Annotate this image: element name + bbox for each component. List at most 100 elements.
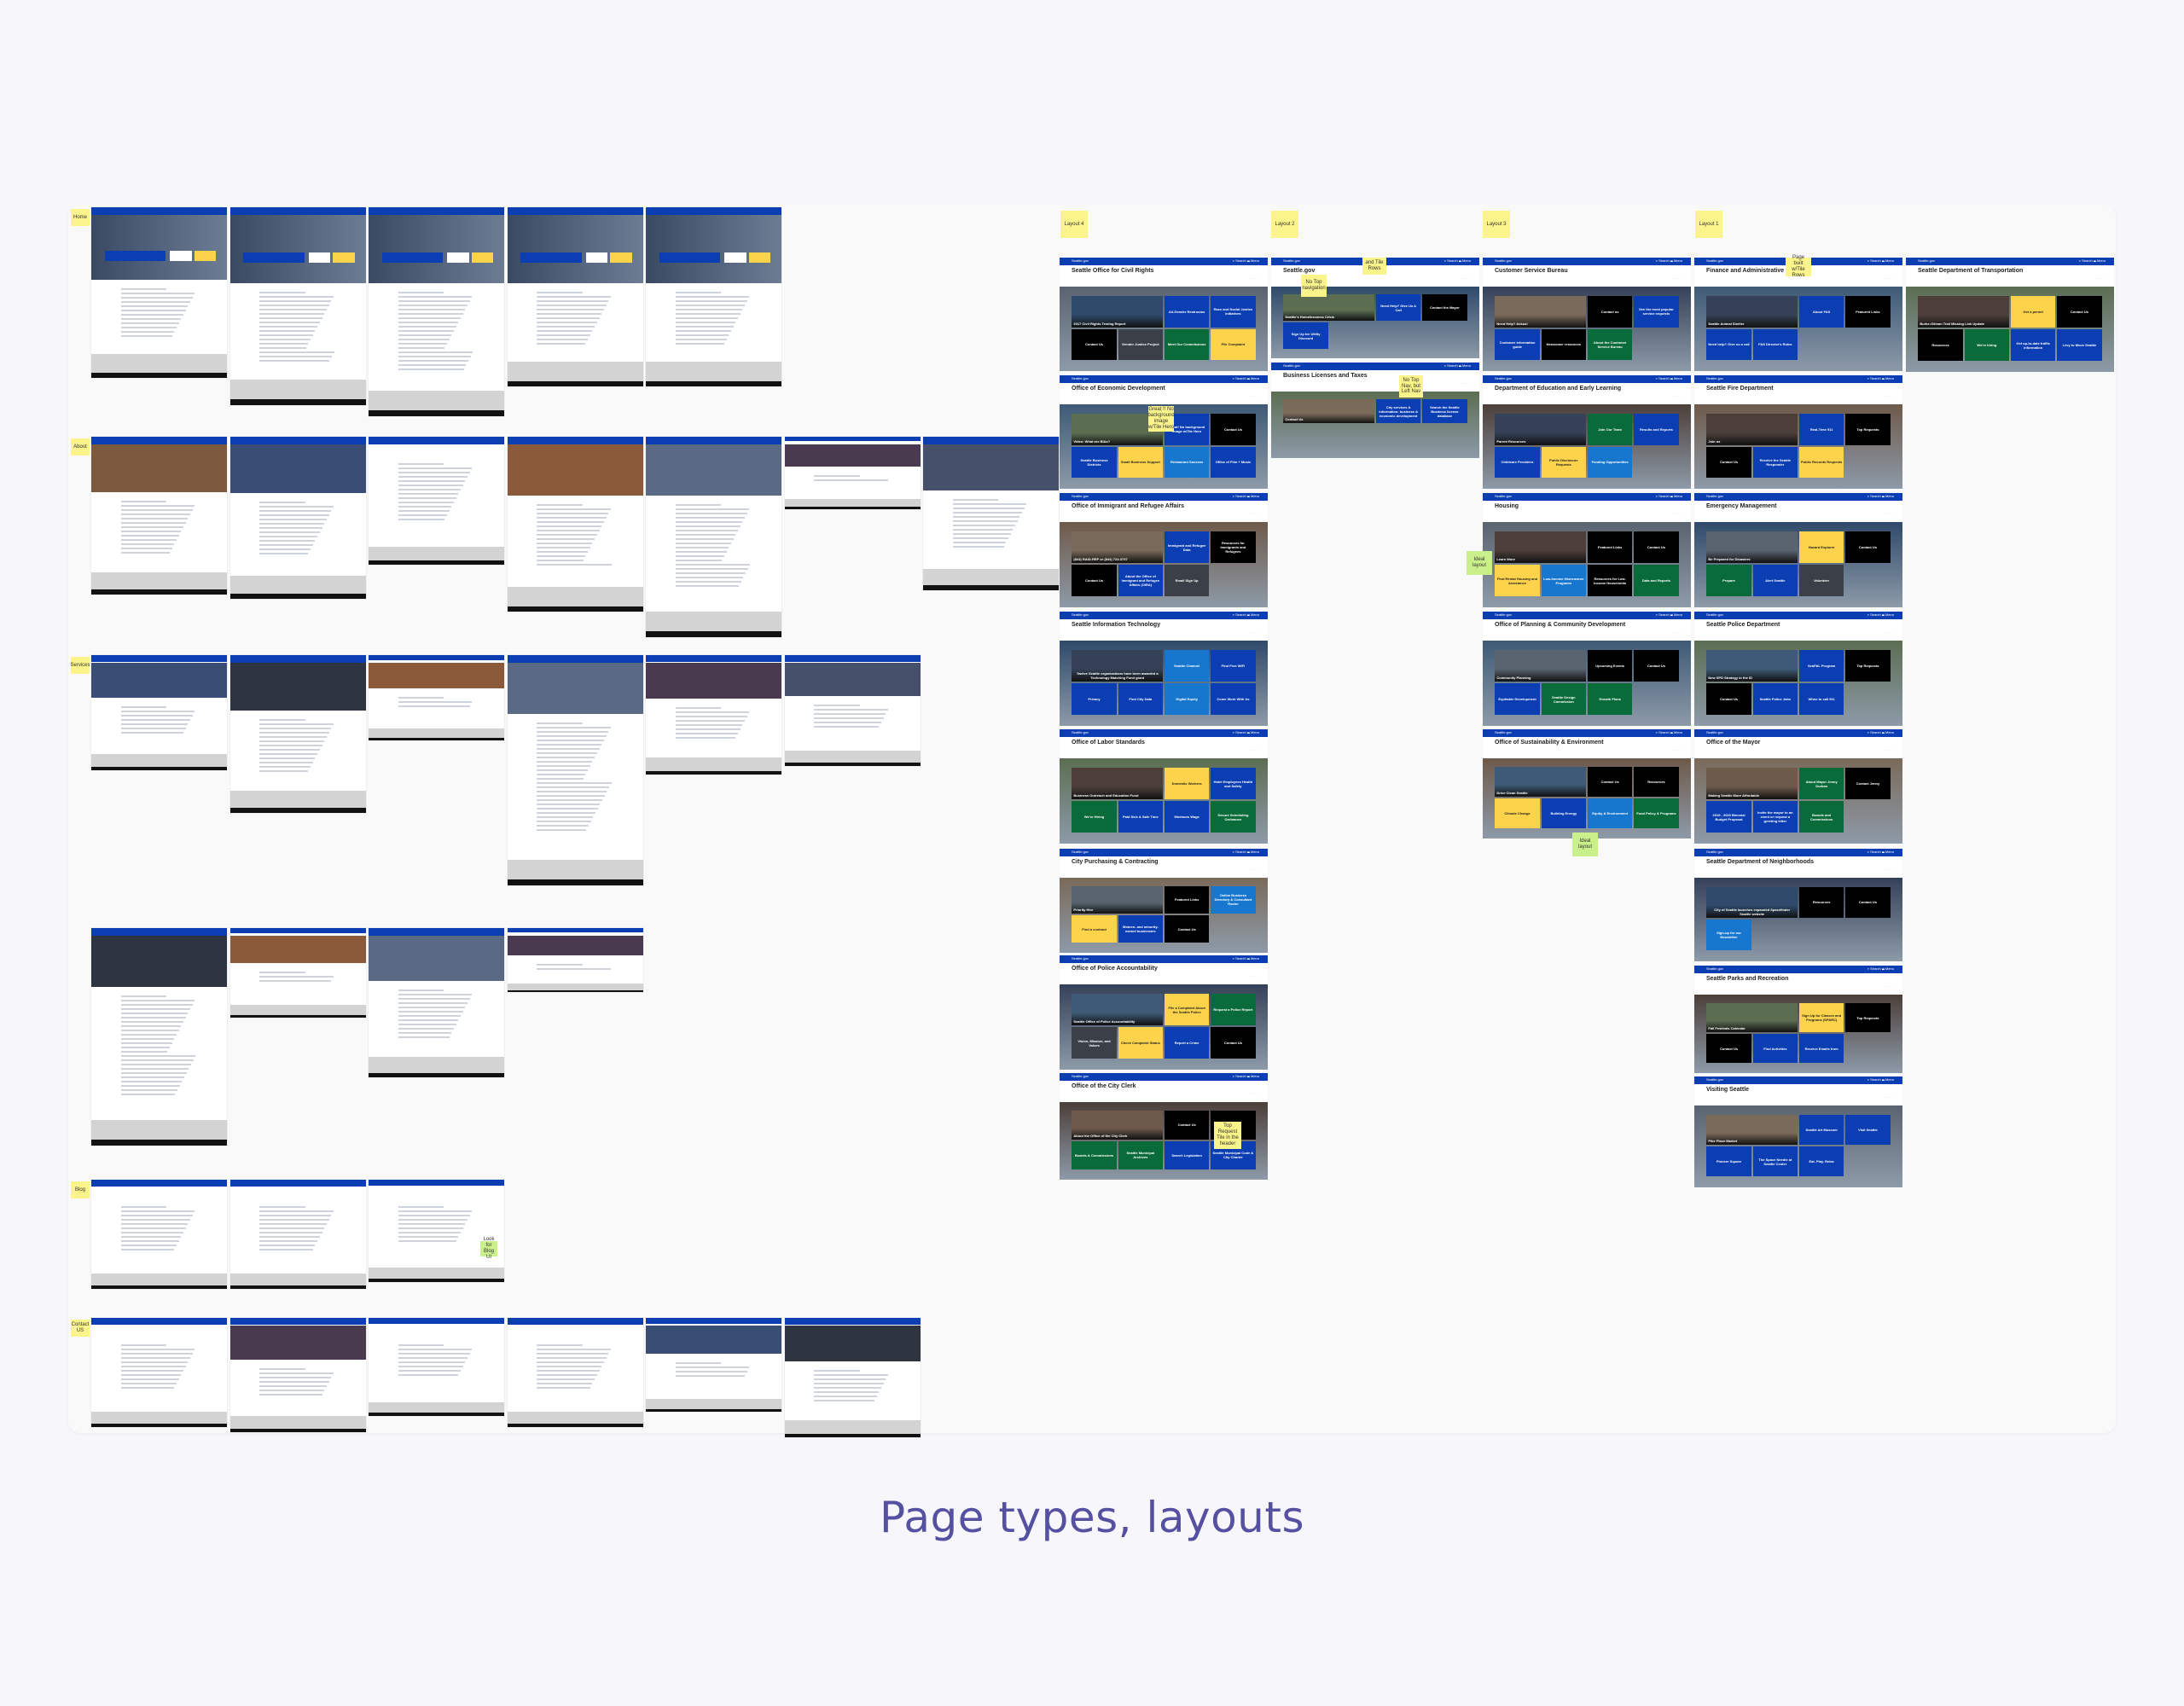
top-navigation[interactable]: · · · · · [1885,394,1892,397]
top-navigation[interactable]: · · · · · [1251,868,1258,871]
layout-page-thumbnail[interactable]: Seattle.gov ⌕ Search ☰ Menu Seattle Police… [1694,612,1902,726]
page-thumbnail[interactable] [507,1318,643,1427]
tile-link[interactable]: When to call 911 [1799,683,1844,715]
search-menu-links[interactable]: ⌕ Search ☰ Menu [1867,376,1894,380]
page-thumbnail[interactable] [91,207,227,378]
tile-link[interactable]: Contact us [1588,295,1633,328]
tile-link[interactable]: Search Legislation [1165,1140,1210,1170]
tile-link[interactable]: Meet Our Commissions [1165,328,1210,361]
tile-link[interactable]: File Complaint [1211,328,1256,361]
tile-link[interactable]: Secure Scheduling Ordinance [1211,801,1256,833]
page-thumbnail[interactable] [923,437,1059,590]
page-thumbnail[interactable] [507,437,643,612]
tile-link[interactable]: Report a Crime [1165,1027,1210,1059]
top-navigation[interactable]: · · · · · [1674,512,1681,515]
tile-link[interactable]: Need help? Give us a call [1706,328,1751,361]
page-thumbnail[interactable] [369,928,504,1077]
tile-link[interactable]: Be Prepared for Disasters [1706,531,1798,563]
top-navigation[interactable]: · · · · · [1885,984,1892,988]
site-logo[interactable]: Seattle.gov [1706,730,1723,734]
top-navigation[interactable]: · · · · · [1251,276,1258,280]
layout-page-thumbnail[interactable]: Seattle.gov ⌕ Search ☰ Menu Office of Immi… [1060,493,1268,607]
tile-link[interactable]: Seattle Office of Police Accountability [1072,994,1163,1025]
tile-link[interactable]: Boards and Commissions [1799,801,1844,833]
tile-link[interactable]: The Space Needle at Seattle Center [1752,1146,1798,1177]
tile-link[interactable]: Upcoming Events [1588,650,1633,682]
site-logo[interactable]: Seattle.gov [1495,258,1512,263]
tile-link[interactable]: Contact Us [1588,767,1633,798]
tile-link[interactable]: Real-Time 911 [1799,413,1844,445]
tile-link[interactable]: City of Seattle launches expanded Spacef… [1706,886,1798,919]
tile-link[interactable]: Online Business Directory & Consultant R… [1211,885,1256,914]
tile-link[interactable]: Find a contract [1072,915,1117,943]
site-logo[interactable]: Seattle.gov [1706,850,1723,854]
tile-link[interactable]: Contact Us [1072,328,1117,361]
tile-link[interactable]: Contact Us [1165,1111,1210,1140]
tile-link[interactable]: Contact Us [1634,531,1679,563]
page-thumbnail[interactable] [229,1318,366,1432]
top-navigation[interactable]: · · · · · [1251,630,1258,634]
layout-page-thumbnail[interactable]: Seattle.gov ⌕ Search ☰ Menu Department of … [1483,375,1691,489]
tile-link[interactable]: Volunteer [1799,565,1844,596]
search-menu-links[interactable]: ⌕ Search ☰ Menu [1233,258,1259,263]
tile-link[interactable]: Boards & Commissions [1072,1140,1117,1170]
site-logo[interactable]: Seattle.gov [1495,612,1512,617]
tile-link[interactable]: Drive Clean Seattle [1495,767,1586,798]
tile-link[interactable]: Newcomer resources [1541,328,1586,361]
tile-link[interactable]: Vision, Mission, and Values [1072,1027,1117,1059]
top-navigation[interactable]: · · · · · [1251,1092,1258,1095]
layout-page-thumbnail[interactable]: Seattle.gov ⌕ Search ☰ Menu Office of Econ… [1060,375,1268,489]
tile-link[interactable]: Resources for Low-Income Households [1588,565,1633,596]
tile-link[interactable]: Top Requests [1845,413,1891,445]
search-menu-links[interactable]: ⌕ Search ☰ Menu [1867,1077,1894,1082]
page-thumbnail[interactable] [91,928,227,1146]
tile-link[interactable]: Hotel Employees Health and Safety [1211,768,1256,799]
page-thumbnail[interactable] [784,655,921,766]
site-logo[interactable]: Seattle.gov [1072,730,1089,734]
tile-link[interactable]: Seattle Animal Shelter [1706,295,1798,328]
tile-link[interactable]: Resources [1634,767,1679,798]
tile-link[interactable]: Restaurant Success [1165,446,1210,479]
layout-page-thumbnail[interactable]: Seattle.gov ⌕ Search ☰ Menu Seattle Parks … [1694,966,1902,1073]
tile-link[interactable]: Find Activities [1752,1034,1798,1063]
tile-link[interactable]: Eat. Play. Relax [1799,1146,1844,1177]
tile-link[interactable]: Seattle Channel [1165,650,1210,682]
site-logo[interactable]: Seattle.gov [1072,1074,1089,1078]
tile-link[interactable]: Contact Us [1706,1034,1751,1063]
search-menu-links[interactable]: ⌕ Search ☰ Menu [1867,966,1894,971]
tile-link[interactable]: Get up-to-date traffic information [2011,329,2056,361]
tile-link[interactable]: Contact Us [2057,296,2102,328]
tile-link[interactable]: Parent Resources [1495,413,1586,445]
tile-link[interactable]: City services & information: business & … [1376,398,1421,424]
layout-page-thumbnail[interactable]: Seattle.gov ⌕ Search ☰ Menu Seattle Depart… [1906,258,2114,372]
page-thumbnail[interactable] [229,655,366,813]
tile-link[interactable]: Women- and minority-owned businesses [1118,915,1163,943]
tile-link[interactable]: Seattle Design Commission [1541,683,1586,715]
tile-link[interactable]: We're Hiring [1072,801,1117,833]
layout-page-thumbnail[interactable]: Seattle.gov ⌕ Search ☰ Menu Office of Labo… [1060,729,1268,844]
tile-link[interactable]: Sign-up for our Newsletter [1706,920,1751,951]
tile-link[interactable]: Food Policy & Programs [1634,798,1679,828]
tile-link[interactable]: Seattle Art Museum [1799,1114,1844,1146]
tile-link[interactable]: Sign Up for Classes and Programs (SPARC) [1799,1003,1844,1033]
top-navigation[interactable]: · · · · · [1674,748,1681,751]
tile-link[interactable]: Small Business Support [1118,446,1163,479]
page-thumbnail[interactable] [229,928,366,1018]
top-navigation[interactable]: · · · · · [1462,381,1469,385]
tile-link[interactable]: Contact Us [1072,565,1117,596]
search-menu-links[interactable]: ⌕ Search ☰ Menu [1867,494,1894,498]
tile-link[interactable]: Join Our Team [1588,413,1633,445]
tile-link[interactable]: Climate Change [1495,798,1540,828]
tile-link[interactable]: Contact Us [1211,1027,1256,1059]
site-logo[interactable]: Seattle.gov [1072,850,1089,854]
tile-link[interactable]: Find City Data [1118,683,1163,715]
tile-link[interactable]: About Mayor Jenny Durkan [1799,768,1844,799]
tile-link[interactable]: Need Help? Askus! [1495,295,1586,328]
page-thumbnail[interactable] [507,207,643,386]
tile-link[interactable]: Contact Us [1165,915,1210,943]
layout-page-thumbnail[interactable]: Seattle.gov ⌕ Search ☰ Menu Housing · · · ·… [1483,493,1691,607]
tile-link[interactable]: 2017 Civil Rights Testing Report [1072,295,1163,328]
search-menu-links[interactable]: ⌕ Search ☰ Menu [1233,730,1259,734]
tile-link[interactable]: Privacy [1072,683,1117,715]
page-thumbnail[interactable] [229,1180,366,1289]
